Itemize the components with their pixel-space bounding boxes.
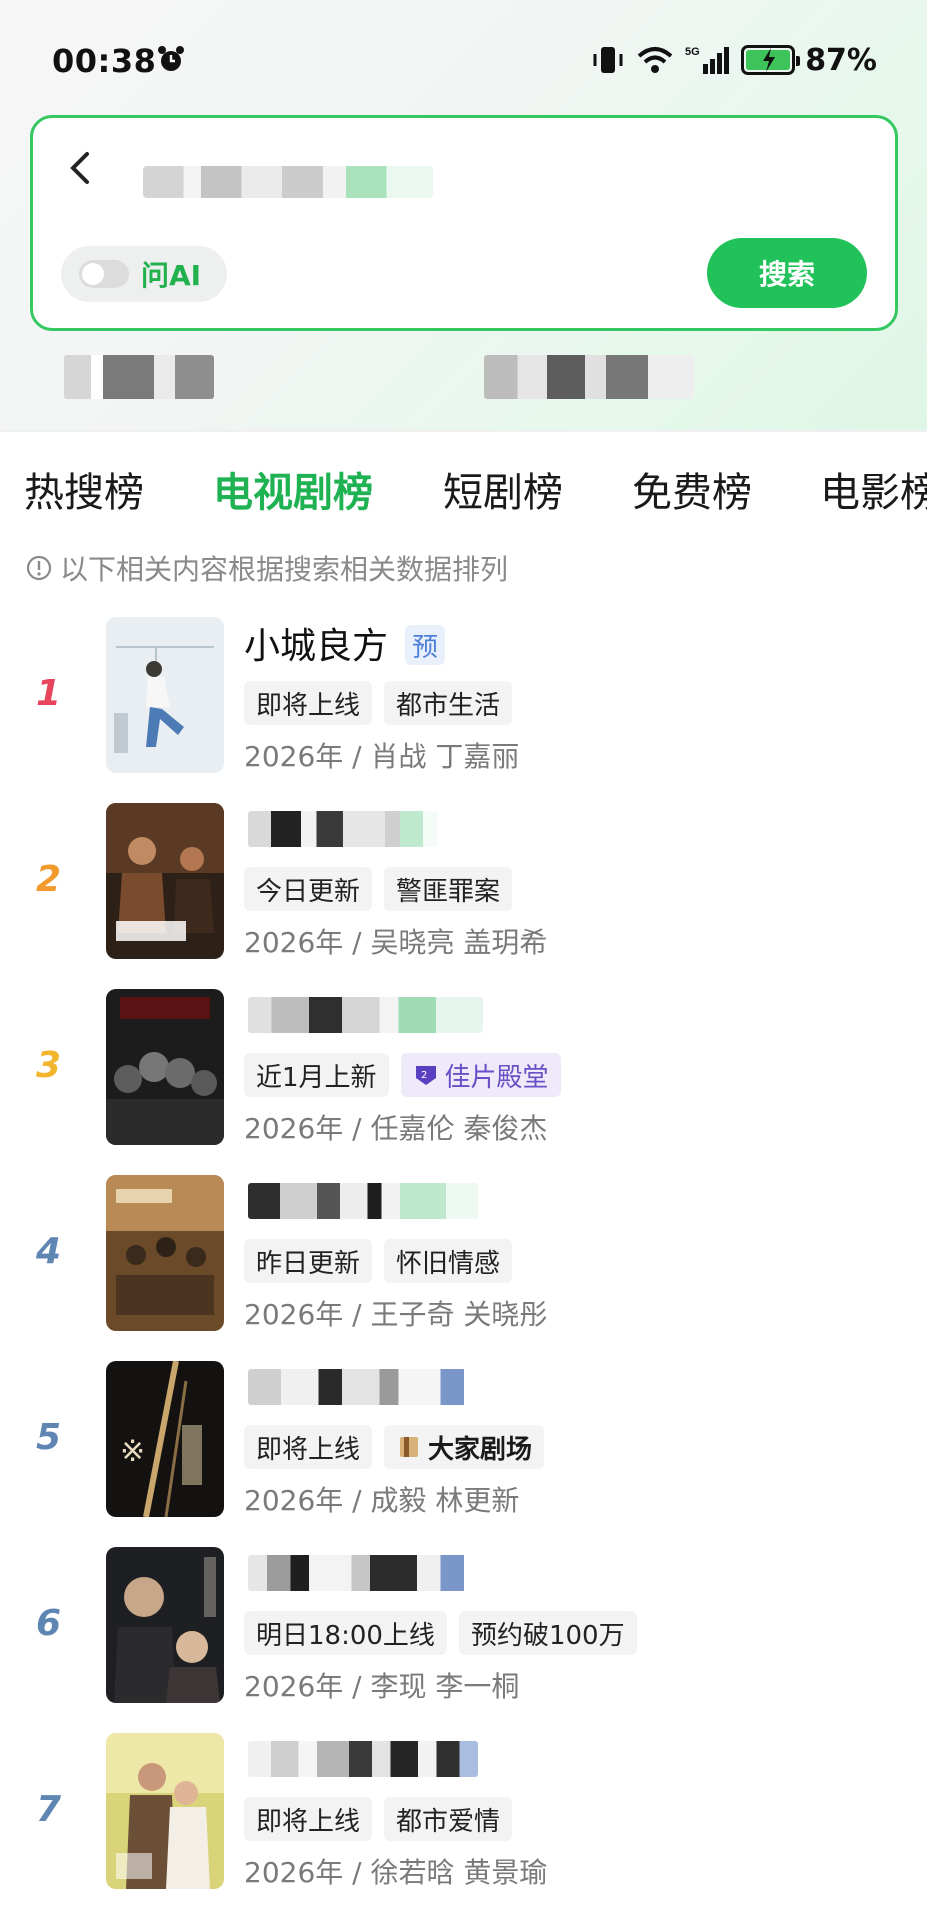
poster-image[interactable] xyxy=(106,1547,224,1703)
search-query-redacted[interactable] xyxy=(143,166,433,198)
item-title[interactable]: 小城良方 xyxy=(244,617,388,669)
item-meta: 2026年 / 任嘉伦 秦俊杰 xyxy=(244,1112,548,1145)
tag-status[interactable]: 即将上线 xyxy=(244,1425,373,1469)
rank-number: 3 xyxy=(36,1045,62,1086)
item-meta: 2026年 / 李现 李一桐 xyxy=(244,1670,520,1703)
svg-text:5G: 5G xyxy=(685,46,700,58)
tag-collection[interactable]: 大家剧场 xyxy=(384,1425,545,1469)
tag-status[interactable]: 明日18:00上线 xyxy=(244,1611,447,1655)
tag-collection-label: 大家剧场 xyxy=(428,1434,533,1465)
title-redacted[interactable] xyxy=(248,811,438,847)
battery-icon xyxy=(741,45,801,75)
cellular-signal-icon: 5G xyxy=(685,46,730,74)
status-bar: 00:38 5G 87% xyxy=(0,0,927,120)
tag-group: 即将上线 都市爱情 xyxy=(244,1797,513,1841)
tab-hot-search[interactable]: 热搜榜 xyxy=(24,460,144,518)
title-redacted[interactable] xyxy=(248,1555,483,1591)
status-time: 00:38 xyxy=(52,42,157,80)
title-redacted[interactable] xyxy=(248,997,483,1033)
rank-number: 2 xyxy=(36,859,62,900)
list-item[interactable]: 3 近1月上新 2 佳片殿堂 2026年 / 任嘉伦 秦俊杰 xyxy=(0,989,927,1175)
wifi-icon xyxy=(637,47,673,73)
toggle-switch[interactable] xyxy=(79,260,129,288)
tag-genre[interactable]: 警匪罪案 xyxy=(384,867,513,911)
item-meta: 2026年 / 吴晓亮 盖玥希 xyxy=(244,926,548,959)
rank-number: 5 xyxy=(36,1417,62,1458)
info-icon xyxy=(26,555,52,581)
tab-tv-series[interactable]: 电视剧榜 xyxy=(213,460,373,518)
title-redacted[interactable] xyxy=(248,1369,483,1405)
list-item[interactable]: 4 昨日更新 怀旧情感 2026年 / 王子奇 关晓彤 xyxy=(0,1175,927,1361)
list-item[interactable]: 1 小城良方 预 即将上线 都市生活 2026年 / 肖战 丁嘉丽 xyxy=(0,617,927,803)
rank-number: 4 xyxy=(36,1231,62,1272)
poster-image[interactable]: ※ xyxy=(106,1361,224,1517)
list-item[interactable]: 7 即将上线 都市爱情 2026年 / 徐若晗 黄景瑜 xyxy=(0,1733,927,1918)
tag-status[interactable]: 即将上线 xyxy=(244,1797,373,1841)
tag-status[interactable]: 今日更新 xyxy=(244,867,373,911)
tag-group: 即将上线 都市生活 xyxy=(244,681,513,725)
item-meta: 2026年 / 王子奇 关晓彤 xyxy=(244,1298,548,1331)
battery-percentage: 87% xyxy=(805,42,877,78)
tag-collection[interactable]: 2 佳片殿堂 xyxy=(400,1053,561,1097)
status-right-cluster: 5G 87% xyxy=(591,42,877,78)
tag-status[interactable]: 即将上线 xyxy=(244,681,373,725)
tab-short-drama[interactable]: 短剧榜 xyxy=(443,460,563,518)
poster-image[interactable] xyxy=(106,989,224,1145)
item-meta: 2026年 / 成毅 林更新 xyxy=(244,1484,520,1517)
ranking-list: 1 小城良方 预 即将上线 都市生活 2026年 / 肖战 丁嘉丽 2 今日更新… xyxy=(0,617,927,1918)
poster-image[interactable] xyxy=(106,1733,224,1889)
item-meta: 2026年 / 肖战 丁嘉丽 xyxy=(244,740,520,773)
divider xyxy=(0,430,927,432)
rank-number: 6 xyxy=(36,1603,62,1644)
vibrate-icon xyxy=(593,47,623,73)
poster-image[interactable] xyxy=(106,1175,224,1331)
tag-reservation[interactable]: 预约破100万 xyxy=(458,1611,637,1655)
rank-number: 7 xyxy=(36,1789,62,1830)
tag-genre[interactable]: 都市爱情 xyxy=(384,1797,513,1841)
alarm-clock-icon xyxy=(158,46,184,71)
ranking-notice: 以下相关内容根据搜索相关数据排列 xyxy=(26,548,508,588)
ranking-tabs: 热搜榜 电视剧榜 短剧榜 免费榜 电影榜 xyxy=(0,460,927,520)
tab-movie[interactable]: 电影榜 xyxy=(820,460,927,518)
quality-badge-icon: 2 xyxy=(415,1066,436,1085)
tag-group: 昨日更新 怀旧情感 xyxy=(244,1239,513,1283)
title-redacted[interactable] xyxy=(248,1741,478,1777)
list-item[interactable]: 5 ※ 即将上线 大家剧场 2026年 / 成毅 林更新 xyxy=(0,1361,927,1547)
search-suggestion-redacted[interactable] xyxy=(484,355,694,399)
tag-group: 即将上线 大家剧场 xyxy=(244,1425,545,1469)
rank-number: 1 xyxy=(36,673,62,714)
tag-genre[interactable]: 怀旧情感 xyxy=(384,1239,513,1283)
search-suggestion-redacted[interactable] xyxy=(64,355,214,399)
tab-free[interactable]: 免费榜 xyxy=(632,460,752,518)
title-redacted[interactable] xyxy=(248,1183,478,1219)
tag-status[interactable]: 近1月上新 xyxy=(244,1053,389,1097)
poster-image[interactable] xyxy=(106,617,224,773)
tag-genre[interactable]: 都市生活 xyxy=(384,681,513,725)
tag-group: 今日更新 警匪罪案 xyxy=(244,867,513,911)
tag-group: 明日18:00上线 预约破100万 xyxy=(244,1611,637,1655)
ask-ai-toggle[interactable]: 问AI xyxy=(61,246,227,302)
tag-collection-label: 佳片殿堂 xyxy=(444,1062,549,1093)
search-box[interactable]: 问AI 搜索 xyxy=(30,115,898,331)
ask-ai-label: 问AI xyxy=(141,259,202,292)
search-button[interactable]: 搜索 xyxy=(707,238,867,308)
tag-group: 近1月上新 2 佳片殿堂 xyxy=(244,1053,561,1097)
list-item[interactable]: 2 今日更新 警匪罪案 2026年 / 吴晓亮 盖玥希 xyxy=(0,803,927,989)
svg-text:2: 2 xyxy=(421,1070,427,1081)
notice-text: 以下相关内容根据搜索相关数据排列 xyxy=(60,553,509,586)
poster-image[interactable] xyxy=(106,803,224,959)
tag-status[interactable]: 昨日更新 xyxy=(244,1239,373,1283)
svg-text:※: ※ xyxy=(120,1434,145,1469)
theater-icon xyxy=(400,1437,419,1457)
back-arrow-icon[interactable] xyxy=(63,148,97,188)
item-meta: 2026年 / 徐若晗 黄景瑜 xyxy=(244,1856,548,1889)
preview-badge: 预 xyxy=(405,625,445,665)
list-item[interactable]: 6 明日18:00上线 预约破100万 2026年 / 李现 李一桐 xyxy=(0,1547,927,1733)
